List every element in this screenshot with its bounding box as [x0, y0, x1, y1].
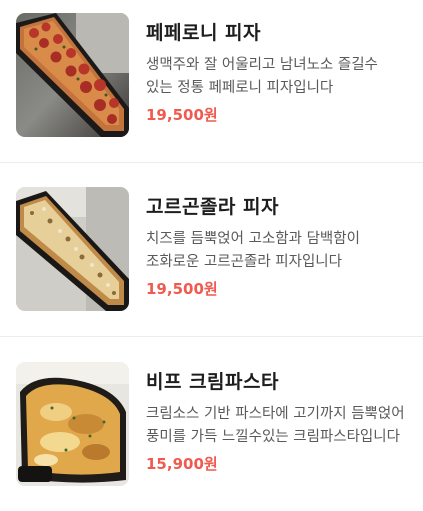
menu-item-description: 치즈를 듬뿍얹어 고소함과 담백함이 조화로운 고르곤졸라 피자입니다: [146, 231, 360, 270]
menu-item-price: 19,500원: [146, 280, 218, 298]
menu-item-beef-cream-pasta[interactable]: 비프 크림파스타 크림소스 기반 파스타에 고기까지 듬뿍얹어 풍미를 가득 느…: [0, 343, 423, 511]
menu-item-title: 페페로니 피자: [146, 22, 261, 44]
menu-item-info: 페페로니 피자 생맥주와 잘 어울리고 남녀노소 즐길수 있는 정통 페페로니 …: [146, 20, 412, 126]
menu-item-description: 크림소스 기반 파스타에 고기까지 듬뿍얹어 풍미를 가득 느낄수있는 크림파스…: [146, 406, 405, 445]
menu-item-price: 19,500원: [146, 106, 218, 124]
menu-item-info: 고르곤졸라 피자 치즈를 듬뿍얹어 고소함과 담백함이 조화로운 고르곤졸라 피…: [146, 194, 412, 300]
divider: [0, 162, 423, 163]
menu-item-price: 15,900원: [146, 455, 218, 473]
beef-cream-pasta-photo: [16, 362, 129, 486]
divider: [0, 336, 423, 337]
gorgonzola-pizza-photo: [16, 187, 129, 311]
menu-list: 페페로니 피자 생맥주와 잘 어울리고 남녀노소 즐길수 있는 정통 페페로니 …: [0, 0, 423, 502]
pepperoni-pizza-photo: [16, 13, 129, 137]
menu-item-title: 고르곤졸라 피자: [146, 196, 279, 218]
menu-item-description: 생맥주와 잘 어울리고 남녀노소 즐길수 있는 정통 페페로니 피자입니다: [146, 57, 378, 96]
menu-item-pepperoni-pizza[interactable]: 페페로니 피자 생맥주와 잘 어울리고 남녀노소 즐길수 있는 정통 페페로니 …: [0, 0, 423, 162]
menu-item-info: 비프 크림파스타 크림소스 기반 파스타에 고기까지 듬뿍얹어 풍미를 가득 느…: [146, 369, 412, 475]
menu-item-title: 비프 크림파스타: [146, 371, 279, 393]
menu-item-gorgonzola-pizza[interactable]: 고르곤졸라 피자 치즈를 듬뿍얹어 고소함과 담백함이 조화로운 고르곤졸라 피…: [0, 168, 423, 336]
